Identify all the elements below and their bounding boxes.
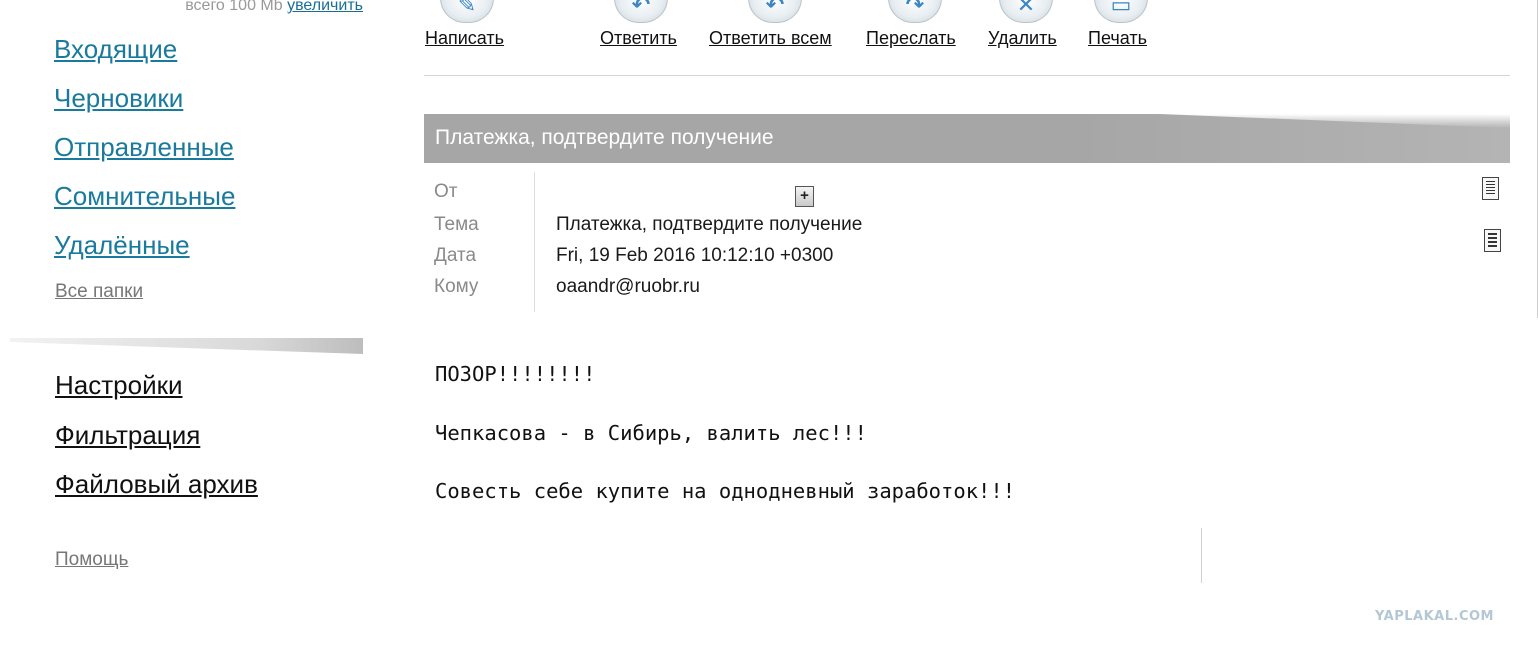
forward-label: Переслать [866,28,956,48]
settings-list: Настройки Фильтрация Файловый архив [55,366,258,515]
reply-all-icon: ↶ [748,0,802,23]
reply-icon: ↶ [614,0,668,23]
to-value: oaandr@ruobr.ru [556,276,700,297]
body-line: Чепкасова - в Сибирь, валить лес!!! [435,420,867,445]
subject-label: Тема [434,214,479,235]
file-archive-link[interactable]: Файловый архив [55,469,258,499]
settings-link[interactable]: Настройки [55,370,183,400]
print-label: Печать [1088,28,1147,48]
message-body: ПОЗОР!!!!!!!! Чепкасова - в Сибирь, валит… [435,345,1015,521]
folder-drafts[interactable]: Черновики [54,83,183,113]
watermark: YAPLAKAL.COM [1375,609,1494,624]
folder-trash[interactable]: Удалённые [54,230,190,260]
quota-text: всего 100 Mb [185,0,283,14]
message-subject-title: Платежка, подтвердите получение [435,126,774,149]
from-label: От [434,181,458,202]
folder-inbox[interactable]: Входящие [54,34,177,64]
message-subject-bar: Платежка, подтвердите получение [424,114,1510,163]
body-line: Совесть себе купите на однодневный зараб… [435,479,1016,503]
forward-icon: ↷ [888,0,942,23]
compose-button[interactable]: ✎ Написать [425,0,504,48]
date-value: Fri, 19 Feb 2016 10:12:10 +0300 [556,245,834,266]
mailbox-quota: всего 100 Mb увеличить [185,0,363,15]
message-headers: От + Тема Платежка, подтвердите получени… [424,172,1510,312]
all-folders-link[interactable]: Все папки [55,281,143,303]
headers-column-divider [534,172,535,312]
increase-quota-link[interactable]: увеличить [287,0,363,14]
folder-list: Входящие Черновики Отправленные Сомнител… [54,30,235,275]
body-line: ПОЗОР!!!!!!!! [435,362,596,386]
reply-all-label: Ответить всем [709,28,832,48]
compose-label: Написать [425,28,505,48]
message-source-icon[interactable] [1484,229,1501,252]
to-label: Кому [434,276,479,297]
help-link[interactable]: Помощь [55,549,128,571]
footer-divider [1201,528,1202,583]
delete-label: Удалить [988,28,1057,48]
add-contact-icon[interactable]: + [795,186,814,207]
forward-button[interactable]: ↷ Переслать [866,0,956,48]
sidebar-divider [10,338,363,354]
subject-value: Платежка, подтвердите получение [556,214,863,235]
reply-button[interactable]: ↶ Ответить [600,0,677,48]
filters-link[interactable]: Фильтрация [55,420,200,450]
reply-label: Ответить [600,28,677,48]
print-button[interactable]: ▭ Печать [1088,0,1148,48]
folder-sent[interactable]: Отправленные [54,132,234,162]
folder-spam[interactable]: Сомнительные [54,181,235,211]
compose-icon: ✎ [440,0,494,23]
delete-icon: ✕ [999,0,1053,23]
print-icon: ▭ [1094,0,1148,23]
toolbar-divider [424,75,1510,76]
reply-all-button[interactable]: ↶ Ответить всем [709,0,832,48]
date-label: Дата [434,245,477,266]
show-headers-icon[interactable] [1482,177,1499,200]
delete-button[interactable]: ✕ Удалить [988,0,1057,48]
